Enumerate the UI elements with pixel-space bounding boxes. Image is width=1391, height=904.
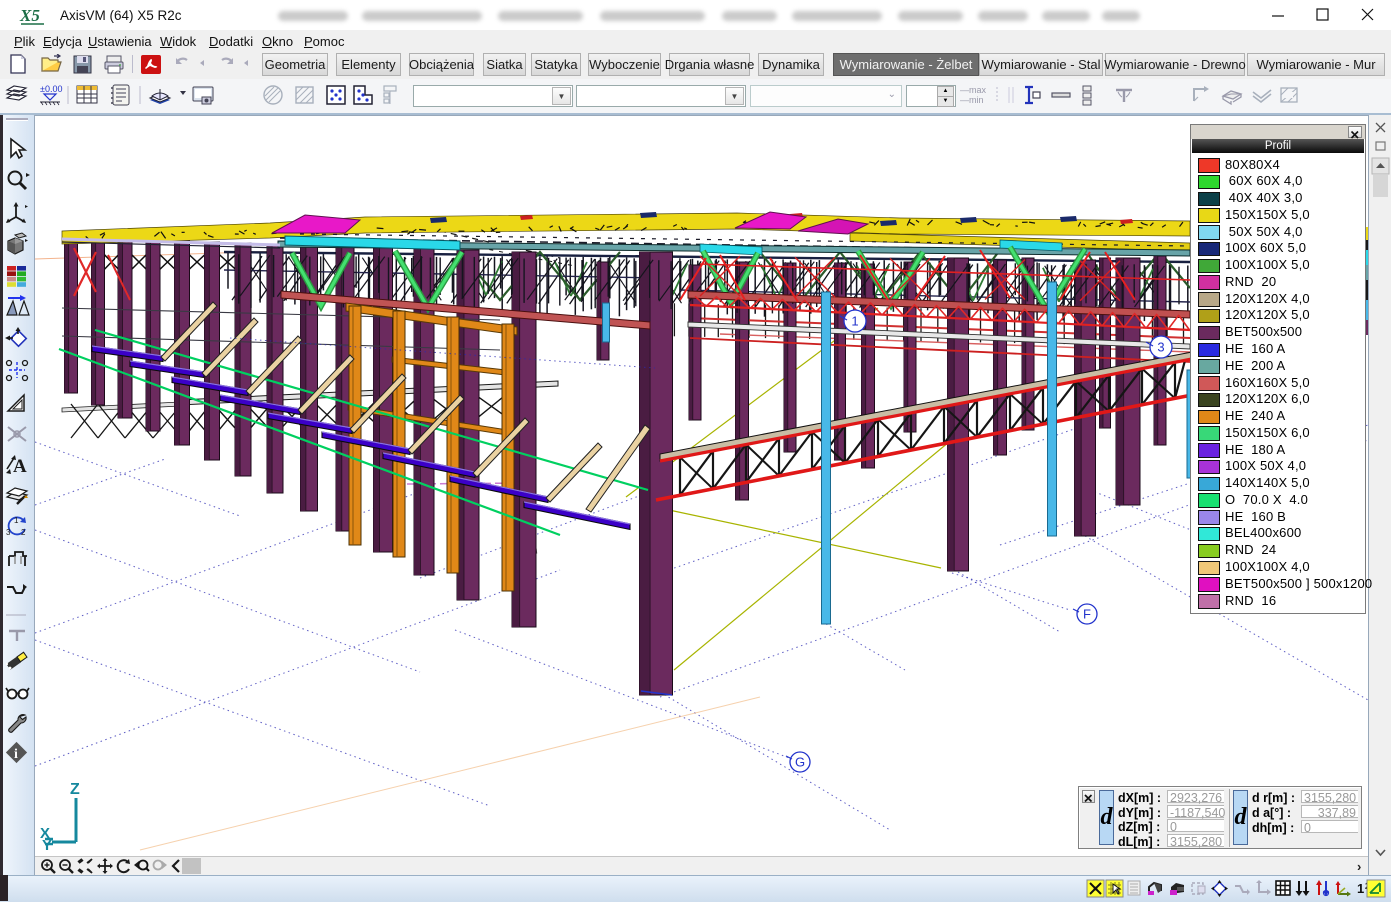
svg-text:Z: Z xyxy=(70,781,80,798)
svg-text:3: 3 xyxy=(1157,340,1164,355)
svg-text:1: 1 xyxy=(1357,881,1364,896)
svg-text:1: 1 xyxy=(851,314,858,329)
svg-text:F: F xyxy=(1083,607,1091,622)
svg-text:G: G xyxy=(795,755,805,770)
svg-text:Y: Y xyxy=(42,837,52,854)
